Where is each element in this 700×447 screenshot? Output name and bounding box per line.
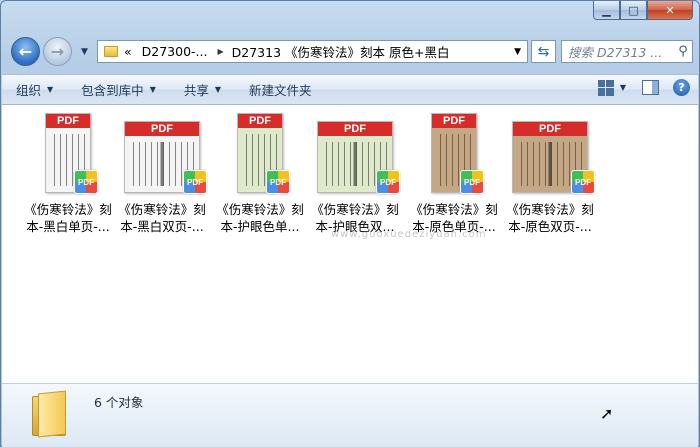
file-item[interactable]: PDF PDF 《伤寒铃法》刻 本-护眼色单... xyxy=(212,113,308,235)
back-button[interactable]: ← xyxy=(11,37,40,66)
folder-icon xyxy=(104,46,118,57)
file-name-line: 《伤寒铃法》刻 xyxy=(216,202,304,217)
pdf-thumbnail: PDF PDF xyxy=(237,113,290,194)
file-name: 《伤寒铃法》刻 本-黑白双页-... xyxy=(114,201,210,235)
pdf-app-icon: PDF xyxy=(460,170,484,194)
item-count: 6 个对象 xyxy=(94,395,144,410)
caption-buttons: ▁ □ ✕ xyxy=(593,1,693,20)
command-bar: 组织 ▼ 包含到库中 ▼ 共享 ▼ 新建文件夹 ▼ ? xyxy=(2,74,698,105)
command-bar-right: ▼ ? xyxy=(597,79,690,96)
explorer-window: ▁ □ ✕ ← → ▼ « D27300-... ▶ D27313 《伤寒铃法》… xyxy=(0,0,700,447)
arrow-left-icon: ← xyxy=(18,42,33,61)
pdf-app-icon: PDF xyxy=(74,170,98,194)
status-bar: 6 个对象 ➚ xyxy=(2,383,698,447)
preview-pane-icon[interactable] xyxy=(642,80,659,95)
breadcrumb-segment-parent[interactable]: D27300-... xyxy=(142,44,208,59)
pdf-thumbnail: PDF PDF xyxy=(45,113,98,194)
organize-menu[interactable]: 组织 ▼ xyxy=(2,80,67,99)
pdf-thumbnail: PDF PDF xyxy=(512,121,595,194)
address-overflow[interactable]: « xyxy=(124,44,132,59)
recent-pages-dropdown[interactable]: ▼ xyxy=(81,47,88,57)
pdf-label: PDF xyxy=(432,114,476,128)
file-item[interactable]: PDF PDF 《伤寒铃法》刻 本-黑白单页-... xyxy=(20,113,116,235)
pdf-thumbnail: PDF PDF xyxy=(124,121,207,194)
pdf-app-icon: PDF xyxy=(266,170,290,194)
search-input[interactable]: 搜索 D27313 ... xyxy=(568,42,674,61)
maximize-button[interactable]: □ xyxy=(620,1,647,20)
file-name-line: 《伤寒铃法》刻 xyxy=(118,202,206,217)
pdf-thumbnail: PDF PDF xyxy=(317,121,400,194)
file-item[interactable]: PDF PDF 《伤寒铃法》刻 本-原色单页-... xyxy=(406,113,502,235)
breadcrumb-segment-current[interactable]: D27313 《伤寒铃法》刻本 原色+黑白 xyxy=(232,42,450,61)
include-in-library-menu[interactable]: 包含到库中 ▼ xyxy=(67,80,170,99)
search-box[interactable]: 搜索 D27313 ... ⚲ xyxy=(561,40,693,63)
command-label: 新建文件夹 xyxy=(249,83,312,98)
pdf-label: PDF xyxy=(318,122,392,136)
file-name: 《伤寒铃法》刻 本-黑白单页-... xyxy=(20,201,116,235)
file-item[interactable]: PDF PDF 《伤寒铃法》刻 本-原色双页-... xyxy=(502,113,598,235)
pdf-app-icon: PDF xyxy=(571,170,595,194)
share-menu[interactable]: 共享 ▼ xyxy=(170,80,235,99)
help-icon[interactable]: ? xyxy=(673,79,690,96)
command-label: 共享 xyxy=(183,83,209,98)
refresh-button[interactable]: ⇆ xyxy=(531,40,556,63)
file-name-line: 《伤寒铃法》刻 xyxy=(24,202,112,217)
pdf-label: PDF xyxy=(513,122,587,136)
pdf-thumbnail: PDF PDF xyxy=(431,113,484,194)
search-icon[interactable]: ⚲ xyxy=(674,44,692,59)
pdf-app-icon: PDF xyxy=(183,170,207,194)
pdf-label: PDF xyxy=(238,114,282,128)
refresh-icon: ⇆ xyxy=(537,43,550,60)
watermark-text: www.guoxuedeziyuan.com xyxy=(331,229,487,240)
file-item[interactable]: PDF PDF 《伤寒铃法》刻 本-黑白双页-... xyxy=(114,113,210,235)
navigation-bar: ← → ▼ « D27300-... ▶ D27313 《伤寒铃法》刻本 原色+… xyxy=(9,35,693,67)
caret-down-icon: ▼ xyxy=(47,85,54,94)
pdf-app-icon: PDF xyxy=(376,170,400,194)
forward-button[interactable]: → xyxy=(43,37,72,66)
file-name-line: 《伤寒铃法》刻 xyxy=(506,202,594,217)
address-dropdown-icon[interactable]: ▼ xyxy=(514,47,521,57)
caret-down-icon: ▼ xyxy=(214,85,222,94)
file-name-line: 本-黑白双页-... xyxy=(120,219,204,234)
file-name-line: 《伤寒铃法》刻 xyxy=(410,202,498,217)
command-label: 组织 xyxy=(16,83,42,98)
file-name-line: 本-护眼色单... xyxy=(220,219,300,234)
file-item[interactable]: PDF PDF 《伤寒铃法》刻 本-护眼色双... xyxy=(307,113,403,235)
pdf-label: PDF xyxy=(46,114,90,128)
close-button[interactable]: ✕ xyxy=(647,1,693,20)
folder-icon xyxy=(32,390,66,438)
file-name-line: 本-黑白单页-... xyxy=(26,219,110,234)
file-name-line: 本-原色双页-... xyxy=(508,219,592,234)
mouse-cursor-icon: ➚ xyxy=(600,404,614,423)
file-name: 《伤寒铃法》刻 本-护眼色单... xyxy=(212,201,308,235)
pdf-label: PDF xyxy=(125,122,199,136)
command-label: 包含到库中 xyxy=(81,83,144,98)
new-folder-button[interactable]: 新建文件夹 xyxy=(235,80,326,99)
address-bar[interactable]: « D27300-... ▶ D27313 《伤寒铃法》刻本 原色+黑白 ▼ xyxy=(97,40,528,63)
file-list-pane[interactable]: PDF PDF 《伤寒铃法》刻 本-黑白单页-... PDF PDF 《伤寒铃法》刻 本-黑白… xyxy=(2,105,698,383)
view-dropdown-icon[interactable]: ▼ xyxy=(620,83,626,92)
breadcrumb-arrow-icon[interactable]: ▶ xyxy=(217,47,223,56)
view-options-icon[interactable] xyxy=(597,79,614,96)
arrow-right-icon: → xyxy=(50,42,65,61)
file-name: 《伤寒铃法》刻 本-原色双页-... xyxy=(502,201,598,235)
caret-down-icon: ▼ xyxy=(149,85,156,94)
minimize-button[interactable]: ▁ xyxy=(593,1,620,20)
file-name-line: 《伤寒铃法》刻 xyxy=(311,202,399,217)
